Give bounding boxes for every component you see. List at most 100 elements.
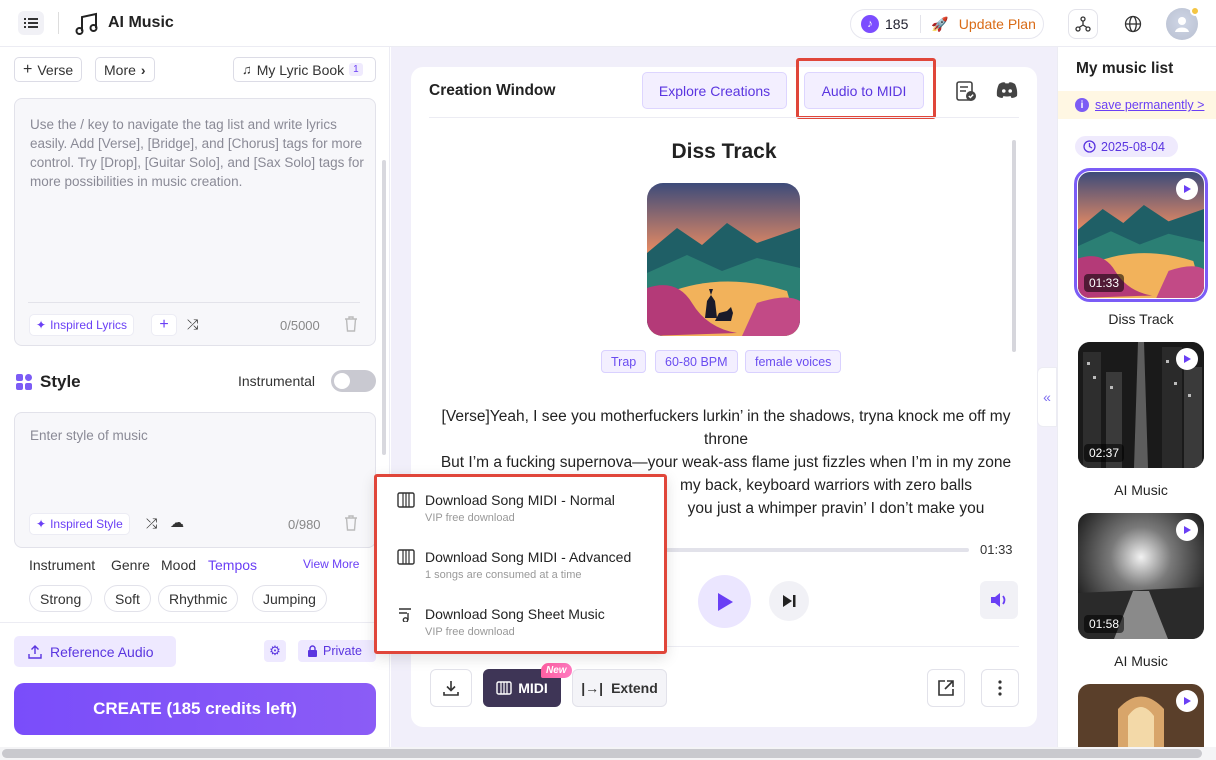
discord-icon[interactable] [996,81,1018,104]
save-permanently-link[interactable]: save permanently > [1095,98,1204,112]
menu-item-midi-normal[interactable]: Download Song MIDI - Normal VIP free dow… [397,492,657,524]
tempo-tag-jumping[interactable]: Jumping [252,585,327,612]
gear-icon: ⚙ [269,643,281,658]
view-more-link[interactable]: View More [303,557,359,571]
song-tag: 60-80 BPM [655,350,738,373]
clock-icon [1083,140,1096,153]
instrumental-toggle[interactable] [331,370,376,392]
trash-icon[interactable] [343,315,359,338]
song-name: AI Music [1114,653,1168,669]
trash-icon[interactable] [343,514,359,537]
play-icon[interactable] [1176,348,1198,370]
inspired-lyrics-button[interactable]: ✦ Inspired Lyrics [29,314,134,336]
shuffle-icon[interactable]: ⤮ [146,515,157,532]
play-icon[interactable] [1176,178,1198,200]
download-button[interactable] [430,669,472,707]
vip-badge-icon [1190,6,1200,16]
more-button[interactable]: More › [95,57,155,82]
song-thumbnail[interactable]: 01:33 [1074,168,1208,302]
collapse-panel-button[interactable]: « [1037,367,1057,427]
volume-button[interactable] [980,581,1018,619]
language-button[interactable] [1118,9,1148,39]
private-label: Private [323,644,362,658]
date-chip: 2025-08-04 [1075,136,1178,157]
credits-count: 185 [885,16,909,32]
music-list-title: My music list [1076,60,1174,77]
midi-label: MIDI [518,680,548,696]
new-badge: New [541,663,572,678]
globe-icon [1124,15,1142,33]
network-button[interactable] [1068,9,1098,39]
tempo-tag-strong[interactable]: Strong [29,585,93,612]
add-button[interactable]: + [151,314,177,336]
kebab-menu-icon [998,680,1002,696]
next-track-button[interactable] [769,581,809,621]
menu-item-midi-advanced[interactable]: Download Song MIDI - Advanced 1 songs ar… [397,549,657,581]
song-thumbnail[interactable] [1078,684,1204,747]
plus-icon: + [23,60,33,78]
audio-to-midi-button[interactable]: Audio to MIDI [804,72,924,109]
share-button[interactable] [927,669,965,707]
tab-tempos[interactable]: Tempos [208,557,257,573]
explore-creations-button[interactable]: Explore Creations [642,72,787,109]
verse-label: Verse [37,61,74,78]
card-scrollbar[interactable] [1012,140,1016,352]
avatar[interactable] [1166,6,1200,40]
credit-note-icon: ♪ [861,15,879,33]
settings-button[interactable]: ⚙ [264,640,286,662]
rocket-icon: 🚀 [931,15,949,32]
inspired-style-button[interactable]: ✦ Inspired Style [29,513,130,535]
tab-genre[interactable]: Genre [111,557,150,573]
horizontal-scrollbar[interactable] [2,749,1202,758]
divider [28,302,360,303]
external-link-icon [938,680,954,696]
extend-label: Extend [611,680,658,696]
menu-item-title: Download Song MIDI - Advanced [425,549,632,565]
more-options-button[interactable] [981,669,1019,707]
download-icon [443,681,459,696]
song-duration: 01:33 [1084,274,1125,292]
play-icon[interactable] [1176,519,1198,541]
song-name: Diss Track [1108,311,1174,327]
song-duration: 01:58 [1084,615,1125,633]
song-cover-image [647,183,800,336]
play-icon[interactable] [1176,690,1198,712]
shuffle-icon[interactable]: ⤮ [187,316,198,333]
menu-item-sheet-music[interactable]: Download Song Sheet Music VIP free downl… [397,606,657,638]
credits-pill[interactable]: ♪ 185 🚀 Update Plan [850,9,1044,39]
toggle-knob [334,373,350,389]
divider [429,117,1019,118]
instrumental-label: Instrumental [238,373,316,389]
tempo-tag-rhythmic[interactable]: Rhythmic [158,585,239,612]
info-icon: i [1075,98,1089,112]
menu-item-title: Download Song MIDI - Normal [425,492,615,508]
task-list-icon[interactable] [955,80,977,107]
verse-button[interactable]: + Verse [14,57,83,82]
song-thumbnail[interactable]: 01:58 [1078,513,1204,639]
music-note-icon [74,11,100,37]
song-title: Diss Track [671,140,777,163]
reference-audio-label: Reference Audio [50,643,154,660]
left-scrollbar[interactable] [382,160,386,455]
tab-instrument[interactable]: Instrument [29,557,95,573]
lyric-book-button[interactable]: ♫ My Lyric Book 1 [233,57,376,82]
inspired-style-label: Inspired Style [50,517,123,531]
progress-bar[interactable] [664,548,969,552]
create-button[interactable]: CREATE (185 credits left) [14,683,376,735]
cloud-settings-icon[interactable]: ☁ [170,514,184,531]
tab-mood[interactable]: Mood [161,557,196,573]
style-grid-icon [15,373,33,396]
update-plan-link[interactable]: Update Plan [959,16,1036,32]
skip-next-icon [783,595,796,607]
play-button[interactable] [698,575,751,628]
lyrics-placeholder: Use the / key to navigate the tag list a… [30,117,364,189]
menu-toggle-button[interactable] [18,11,44,35]
lyric-book-count-badge: 1 [349,63,363,76]
extend-button[interactable]: |→| Extend [572,669,667,707]
reference-audio-button[interactable]: Reference Audio [14,636,176,667]
song-thumbnail[interactable]: 02:37 [1078,342,1204,468]
user-avatar-icon [1175,17,1189,32]
tempo-tag-soft[interactable]: Soft [104,585,151,612]
lyric-book-icon: ♫ [242,62,252,77]
private-toggle[interactable]: Private [298,640,376,662]
